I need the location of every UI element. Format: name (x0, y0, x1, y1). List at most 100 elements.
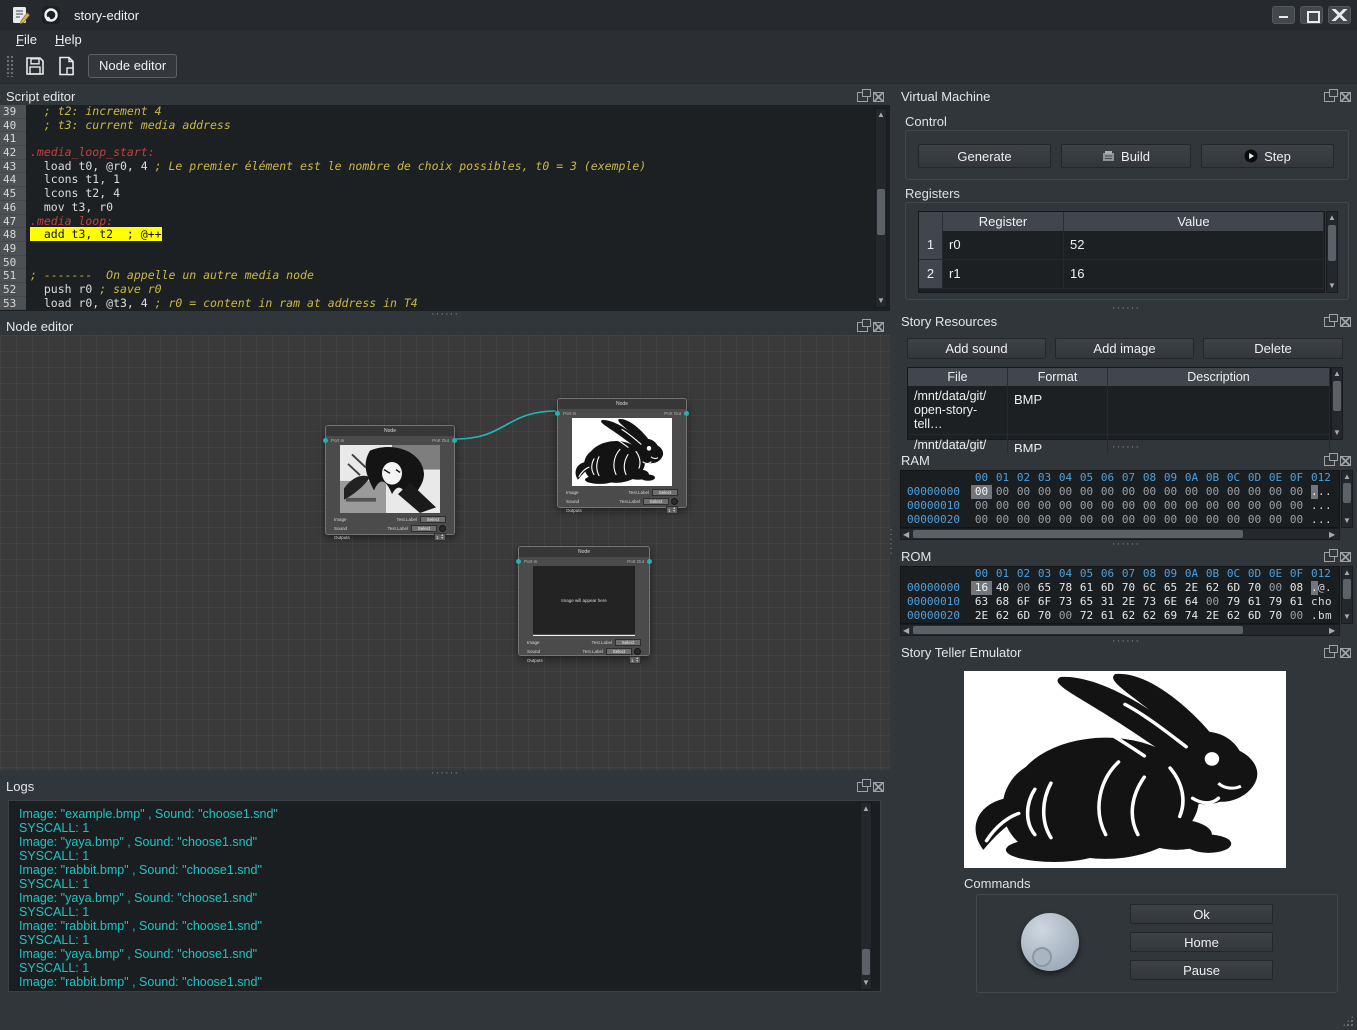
close-panel-icon[interactable] (1340, 648, 1351, 658)
hex-byte[interactable]: 00 (1223, 513, 1244, 527)
script-vertical-scrollbar[interactable] (875, 108, 887, 308)
delete-button[interactable]: Delete (1203, 338, 1343, 359)
hex-byte[interactable]: 61 (1076, 581, 1097, 595)
hex-byte[interactable]: 00 (1202, 485, 1223, 499)
hex-byte[interactable]: 6D (1244, 609, 1265, 623)
rom-vertical-scrollbar[interactable] (1341, 566, 1353, 624)
hex-byte[interactable]: 00 (1160, 499, 1181, 513)
new-file-icon[interactable] (56, 55, 78, 77)
outputs-spinner[interactable]: 1▲▼ (629, 656, 641, 664)
port-in-dot[interactable] (323, 438, 328, 443)
float-panel-icon[interactable] (1324, 456, 1335, 466)
hex-byte[interactable]: 31 (1097, 595, 1118, 609)
select-image-button[interactable]: Select (652, 489, 678, 496)
minimize-button[interactable] (1272, 6, 1295, 24)
resources-col-description[interactable]: Description (1108, 368, 1330, 386)
hex-byte[interactable]: 00 (1181, 513, 1202, 527)
hex-byte[interactable]: 00 (1202, 513, 1223, 527)
hex-byte[interactable]: 16 (971, 581, 992, 595)
hex-byte[interactable]: 70 (1265, 609, 1286, 623)
hex-byte[interactable]: 00 (1097, 485, 1118, 499)
virtual-machine-header[interactable]: Virtual Machine (895, 88, 1357, 105)
hex-byte[interactable]: 00 (1244, 499, 1265, 513)
hex-byte[interactable]: 00 (1076, 485, 1097, 499)
logs-vertical-scrollbar[interactable] (860, 802, 872, 990)
register-row[interactable]: 1r052 (919, 231, 1324, 260)
close-panel-icon[interactable] (1340, 317, 1351, 327)
hex-byte[interactable]: 00 (1139, 499, 1160, 513)
hex-byte[interactable]: 00 (1160, 485, 1181, 499)
hex-byte[interactable]: 2E (971, 609, 992, 623)
hex-byte[interactable]: 00 (992, 513, 1013, 527)
register-row[interactable]: 2r116 (919, 260, 1324, 289)
add-image-button[interactable]: Add image (1055, 338, 1194, 359)
code-line[interactable]: 50 (0, 256, 890, 270)
float-panel-icon[interactable] (1324, 317, 1335, 327)
hex-byte[interactable]: 2E (1118, 595, 1139, 609)
hex-byte[interactable]: 6F (1013, 595, 1034, 609)
node-title[interactable]: Node (519, 547, 649, 557)
close-panel-icon[interactable] (873, 322, 884, 332)
hex-byte[interactable]: 65 (1076, 595, 1097, 609)
hex-byte[interactable]: 00 (1055, 513, 1076, 527)
close-panel-icon[interactable] (873, 92, 884, 102)
hex-byte[interactable]: 00 (1013, 581, 1034, 595)
play-sound-icon[interactable] (671, 498, 678, 505)
hex-byte[interactable]: 00 (1034, 513, 1055, 527)
hex-byte[interactable]: 00 (971, 499, 992, 513)
hex-byte[interactable]: 00 (1286, 485, 1307, 499)
hex-byte[interactable]: 65 (1034, 581, 1055, 595)
code-line[interactable]: 41 (0, 132, 890, 146)
hex-byte[interactable]: 74 (1181, 609, 1202, 623)
hex-byte[interactable]: 62 (1223, 609, 1244, 623)
save-icon[interactable] (24, 55, 46, 77)
hex-byte[interactable]: 40 (992, 581, 1013, 595)
toolbar-drag-handle[interactable] (6, 55, 14, 77)
hex-byte[interactable]: 00 (1055, 609, 1076, 623)
script-editor-header[interactable]: Script editor (0, 88, 890, 105)
hex-byte[interactable]: 00 (971, 485, 992, 499)
hex-byte[interactable]: 00 (1202, 595, 1223, 609)
splitter-resources-ram[interactable] (895, 444, 1357, 452)
float-panel-icon[interactable] (1324, 648, 1335, 658)
resources-col-format[interactable]: Format (1008, 368, 1108, 386)
registers-col-value[interactable]: Value (1064, 212, 1324, 231)
select-image-button[interactable]: Select (420, 516, 446, 523)
node-editor-header[interactable]: Node editor (0, 318, 890, 335)
splitter-vm-resources[interactable] (895, 305, 1357, 313)
code-line[interactable]: 48 add t3, t2 ; @++ (0, 228, 890, 242)
hex-byte[interactable]: 65 (1160, 581, 1181, 595)
selection-knob[interactable] (1021, 913, 1079, 971)
hex-byte[interactable]: 00 (971, 513, 992, 527)
hex-byte[interactable]: 68 (992, 595, 1013, 609)
hex-byte[interactable]: 00 (1013, 499, 1034, 513)
hex-byte[interactable]: 73 (1139, 595, 1160, 609)
hex-byte[interactable]: 00 (1118, 485, 1139, 499)
media-node-2[interactable]: NodePort InPort OutImageTest.LabelSelect… (557, 398, 687, 508)
hex-byte[interactable]: 00 (1286, 513, 1307, 527)
hex-byte[interactable]: 00 (1076, 513, 1097, 527)
float-panel-icon[interactable] (1324, 92, 1335, 102)
ram-header[interactable]: RAM (895, 452, 1357, 469)
port-out-dot[interactable] (684, 411, 689, 416)
pause-button[interactable]: Pause (1130, 960, 1273, 980)
select-sound-button[interactable]: Select (606, 648, 632, 655)
code-line[interactable]: 49 (0, 242, 890, 256)
hex-byte[interactable]: 69 (1160, 609, 1181, 623)
float-panel-icon[interactable] (857, 782, 868, 792)
rom-header[interactable]: ROM (895, 548, 1357, 565)
hex-byte[interactable]: 00 (1244, 513, 1265, 527)
code-line[interactable]: 42.media_loop_start: (0, 146, 890, 160)
hex-byte[interactable]: 70 (1118, 581, 1139, 595)
node-title[interactable]: Node (558, 399, 686, 409)
code-line[interactable]: 39 ; t2: increment 4 (0, 105, 890, 119)
code-line[interactable]: 51; ------- On appelle un autre media no… (0, 269, 890, 283)
maximize-button[interactable] (1300, 6, 1323, 24)
hex-byte[interactable]: 78 (1055, 581, 1076, 595)
build-button[interactable]: Build (1061, 144, 1191, 168)
hex-byte[interactable]: 00 (1034, 499, 1055, 513)
registers-col-register[interactable]: Register (943, 212, 1064, 231)
rom-hex-view[interactable]: 000102030405060708090A0B0C0D0E0F01200000… (900, 566, 1340, 624)
port-out-dot[interactable] (647, 559, 652, 564)
window-resize-grip[interactable] (1342, 1015, 1354, 1027)
